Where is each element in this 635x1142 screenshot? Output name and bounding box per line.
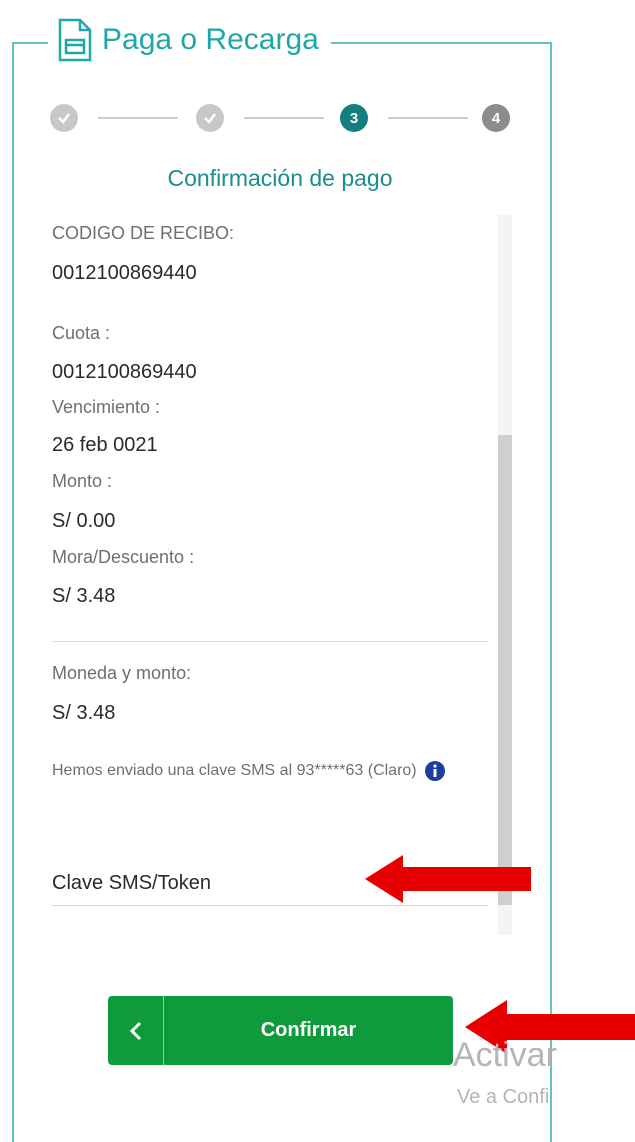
step-connector xyxy=(244,117,324,119)
mora-label: Mora/Descuento : xyxy=(52,547,195,567)
cuota-value: 0012100869440 xyxy=(52,361,197,383)
panel-title: Paga o Recarga xyxy=(102,23,319,56)
monto-value: S/ 0.00 xyxy=(52,510,116,532)
receipt-code-label: CODIGO DE RECIBO: xyxy=(52,223,235,243)
chevron-left-icon xyxy=(129,1021,141,1040)
section-subtitle: Confirmación de pago xyxy=(167,165,393,191)
check-icon xyxy=(204,113,216,124)
info-icon[interactable] xyxy=(425,760,446,781)
confirm-button[interactable]: Confirmar xyxy=(164,996,453,1065)
sms-message-text: Hemos enviado una clave SMS al 93*****63… xyxy=(52,762,417,779)
mora-value: S/ 3.48 xyxy=(52,585,116,607)
section-divider xyxy=(52,641,488,642)
progress-stepper: 3 4 xyxy=(50,98,520,138)
moneda-label: Moneda y monto: xyxy=(52,663,192,683)
step-connector xyxy=(98,117,178,119)
payment-details: CODIGO DE RECIBO: 0012100869440 Cuota : … xyxy=(52,215,512,935)
activation-watermark-title: Activar xyxy=(453,1036,557,1074)
step-2-done xyxy=(196,104,224,132)
receipt-code-value: 0012100869440 xyxy=(52,262,197,284)
cuota-label: Cuota : xyxy=(52,323,111,343)
activation-watermark-subtitle: Ve a Confi xyxy=(457,1086,550,1108)
card-document-icon xyxy=(58,18,92,62)
step-4-pending: 4 xyxy=(482,104,510,132)
action-button-group: Confirmar xyxy=(108,996,453,1065)
vencimiento-value: 26 feb 0021 xyxy=(52,434,158,456)
step-connector xyxy=(388,117,468,119)
vencimiento-label: Vencimiento : xyxy=(52,397,161,417)
back-button[interactable] xyxy=(108,996,164,1065)
check-icon xyxy=(58,113,70,124)
sms-sent-message: Hemos enviado una clave SMS al 93*****63… xyxy=(52,757,492,785)
panel-header: Paga o Recarga xyxy=(48,10,331,70)
step-1-done xyxy=(50,104,78,132)
red-arrow-left-icon xyxy=(365,855,531,903)
monto-label: Monto : xyxy=(52,471,113,491)
step-3-current: 3 xyxy=(340,104,368,132)
moneda-value: S/ 3.48 xyxy=(52,702,116,724)
